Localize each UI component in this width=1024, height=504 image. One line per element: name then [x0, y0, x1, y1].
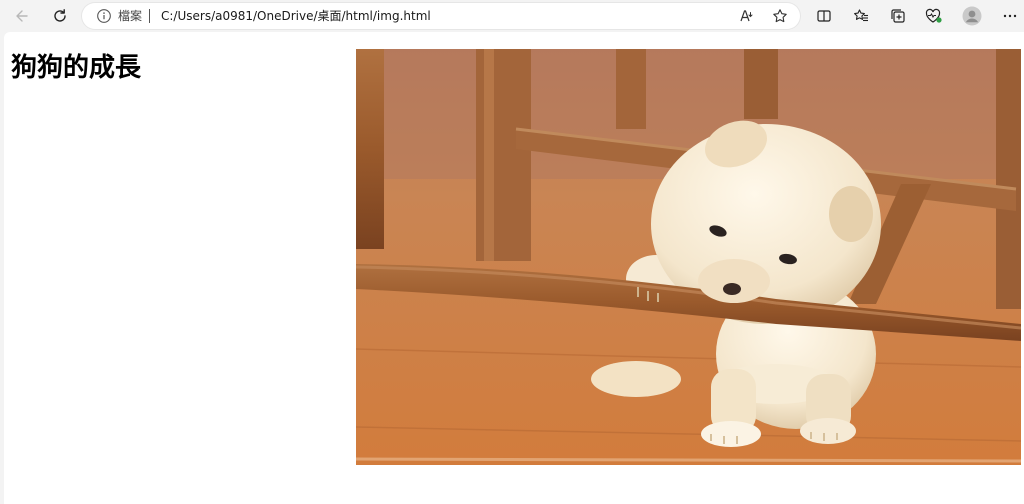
favorite-star-icon[interactable] [771, 7, 789, 25]
profile-avatar-icon[interactable] [960, 4, 984, 28]
info-icon[interactable] [96, 8, 112, 24]
back-icon[interactable] [10, 4, 34, 28]
address-separator [149, 9, 150, 23]
collections-icon[interactable] [886, 4, 910, 28]
file-scheme-label: 檔案 [118, 9, 143, 23]
read-aloud-icon[interactable] [738, 7, 756, 25]
more-menu-icon[interactable] [998, 4, 1022, 28]
address-bar[interactable]: 檔案 C:/Users/a0981/OneDrive/桌面/html/img.h… [82, 3, 800, 29]
split-screen-icon[interactable] [812, 4, 836, 28]
puppy-photo [356, 49, 1021, 465]
browser-toolbar: 檔案 C:/Users/a0981/OneDrive/桌面/html/img.h… [0, 0, 1024, 32]
refresh-icon[interactable] [48, 4, 72, 28]
url-text[interactable]: C:/Users/a0981/OneDrive/桌面/html/img.html [161, 8, 431, 24]
favorites-icon[interactable] [849, 4, 873, 28]
web-page: 狗狗的成長 [4, 32, 1024, 504]
page-title: 狗狗的成長 [11, 53, 142, 83]
browser-essentials-icon[interactable] [922, 4, 946, 28]
